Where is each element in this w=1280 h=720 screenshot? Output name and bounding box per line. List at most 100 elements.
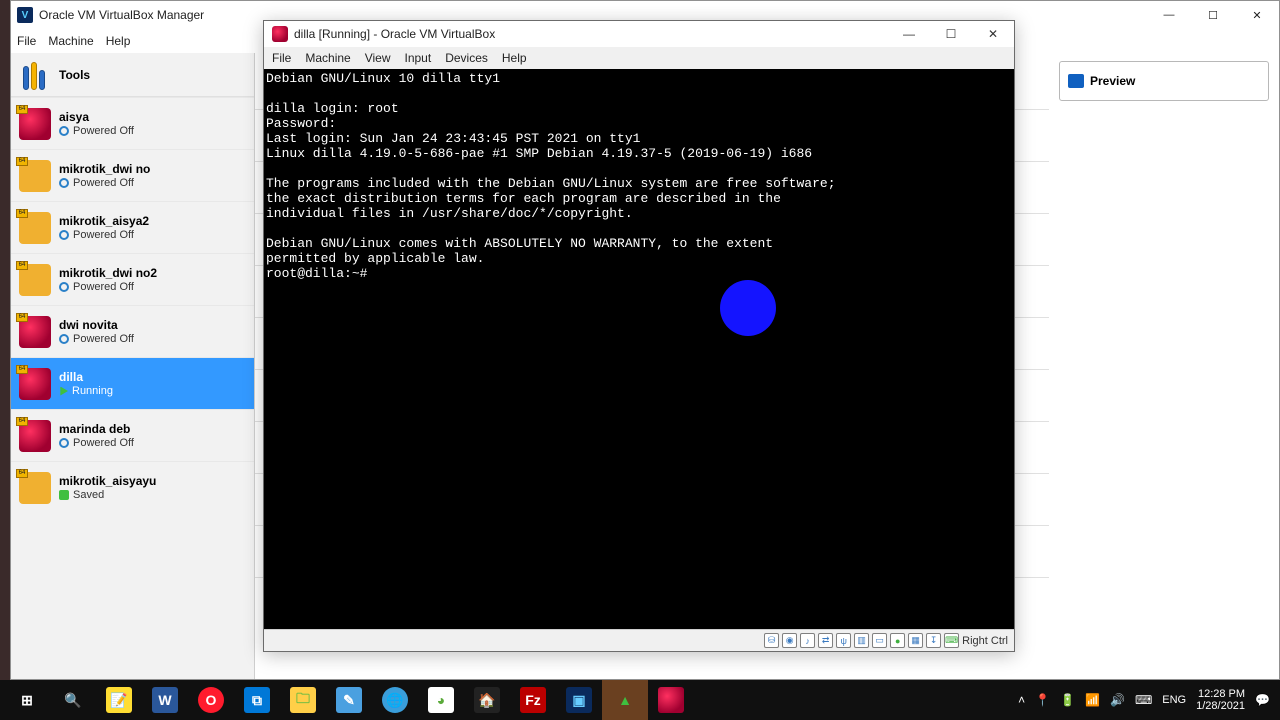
vm-item-mikrotik_aisyayu[interactable]: 64 mikrotik_aisyayuSaved <box>11 461 254 513</box>
vm-item-dwi-novita[interactable]: 64dwi novitaPowered Off <box>11 305 254 357</box>
taskbar-word[interactable]: W <box>142 680 188 720</box>
close-button[interactable]: ✕ <box>1235 1 1279 29</box>
taskbar-vscode[interactable]: ⧉ <box>234 680 280 720</box>
arch-badge-icon: 64 <box>16 469 28 478</box>
vm-os-icon: 64 <box>19 264 51 296</box>
taskbar-corel[interactable]: ◕ <box>418 680 464 720</box>
vm-item-mikrotik_aisya2[interactable]: 64 mikrotik_aisya2Powered Off <box>11 201 254 253</box>
vm-close-button[interactable]: ✕ <box>972 21 1014 47</box>
vm-running-window: dilla [Running] - Oracle VM VirtualBox —… <box>263 20 1015 652</box>
preview-icon <box>1068 74 1084 88</box>
arch-badge-icon: 64 <box>16 417 28 426</box>
windows-taskbar: ⊞ 🔍 📝 W O ⧉ 🗀 ✎ 🌐 ◕ 🏠 Fz ▣ ▲ ˄ 📍 🔋 📶 🔊 ⌨… <box>0 680 1280 720</box>
vm-menu-view[interactable]: View <box>365 51 391 65</box>
vm-maximize-button[interactable]: ☐ <box>930 21 972 47</box>
taskbar-vm-running[interactable] <box>648 680 694 720</box>
vbox-logo-icon: V <box>17 7 33 23</box>
search-button[interactable]: 🔍 <box>50 680 96 720</box>
vm-titlebar[interactable]: dilla [Running] - Oracle VM VirtualBox —… <box>264 21 1014 47</box>
optical-icon[interactable]: ◉ <box>782 633 797 648</box>
vm-status: Powered Off <box>59 229 149 241</box>
taskbar-explorer[interactable]: 🗀 <box>280 680 326 720</box>
tray-notifications-icon[interactable]: 💬 <box>1255 693 1270 707</box>
vm-item-mikrotik_dwi-no2[interactable]: 64 mikrotik_dwi no2Powered Off <box>11 253 254 305</box>
recording-icon[interactable]: ● <box>890 633 905 648</box>
tray-time: 12:28 PM <box>1198 688 1245 700</box>
hdd-icon[interactable]: ⛁ <box>764 633 779 648</box>
tray-date: 1/28/2021 <box>1196 700 1245 712</box>
vm-statusbar: ⛁ ◉ ♪ ⇄ ψ ▥ ▭ ● ▦ ↧ ⌨ Right Ctrl <box>264 629 1014 651</box>
maximize-button[interactable]: ☐ <box>1191 1 1235 29</box>
arch-badge-icon: 64 <box>16 105 28 114</box>
tools-icon <box>19 60 49 90</box>
vm-item-mikrotik_dwi-no[interactable]: 64mikrotik_dwi noPowered Off <box>11 149 254 201</box>
vm-os-icon: 64 <box>19 316 51 348</box>
vm-minimize-button[interactable]: — <box>888 21 930 47</box>
taskbar-virtualbox[interactable]: ▣ <box>556 680 602 720</box>
mouse-icon[interactable]: ↧ <box>926 633 941 648</box>
vm-menu-machine[interactable]: Machine <box>305 51 350 65</box>
status-icon <box>59 282 69 292</box>
arch-badge-icon: 64 <box>16 365 28 374</box>
keyboard-icon[interactable]: ⌨ <box>944 633 959 648</box>
usb-icon[interactable]: ψ <box>836 633 851 648</box>
vm-menu-file[interactable]: File <box>272 51 291 65</box>
tray-wifi-icon[interactable]: 📶 <box>1085 693 1100 707</box>
vm-item-dilla[interactable]: 64dillaRunning <box>11 357 254 409</box>
tools-row[interactable]: Tools <box>11 53 254 97</box>
status-icon <box>59 387 68 396</box>
taskbar-drive[interactable]: ▲ <box>602 680 648 720</box>
cpu-icon[interactable]: ▦ <box>908 633 923 648</box>
vm-menu-help[interactable]: Help <box>502 51 527 65</box>
vm-menu-input[interactable]: Input <box>405 51 432 65</box>
tray-chevron-icon[interactable]: ˄ <box>1018 693 1025 707</box>
preview-box[interactable]: Preview <box>1059 61 1269 101</box>
tray-location-icon[interactable]: 📍 <box>1035 693 1050 707</box>
vm-name: mikrotik_aisya2 <box>59 214 149 228</box>
taskbar-browser[interactable]: 🌐 <box>372 680 418 720</box>
vm-status: Powered Off <box>59 281 157 293</box>
tray-volume-icon[interactable]: 🔊 <box>1110 693 1125 707</box>
start-button[interactable]: ⊞ <box>4 680 50 720</box>
minimize-button[interactable]: — <box>1147 1 1191 29</box>
display-icon[interactable]: ▭ <box>872 633 887 648</box>
audio-icon[interactable]: ♪ <box>800 633 815 648</box>
tray-clock[interactable]: 12:28 PM 1/28/2021 <box>1196 688 1245 712</box>
vm-title: dilla [Running] - Oracle VM VirtualBox <box>294 27 495 41</box>
vm-status: Powered Off <box>59 125 134 137</box>
menu-machine[interactable]: Machine <box>48 34 93 48</box>
vm-name: marinda deb <box>59 422 134 436</box>
vm-console[interactable]: Debian GNU/Linux 10 dilla tty1 dilla log… <box>264 69 1014 629</box>
vm-menu-devices[interactable]: Devices <box>445 51 488 65</box>
taskbar-app1[interactable]: ✎ <box>326 680 372 720</box>
status-icon <box>59 178 69 188</box>
tray-battery-icon[interactable]: 🔋 <box>1060 693 1075 707</box>
vm-os-icon: 64 <box>19 420 51 452</box>
system-tray[interactable]: ˄ 📍 🔋 📶 🔊 ⌨ ENG 12:28 PM 1/28/2021 💬 <box>1018 688 1276 712</box>
vm-status: Saved <box>59 489 156 501</box>
status-icon <box>59 334 69 344</box>
menu-help[interactable]: Help <box>106 34 131 48</box>
taskbar-sticky-notes[interactable]: 📝 <box>96 680 142 720</box>
taskbar-opera[interactable]: O <box>188 680 234 720</box>
vm-menubar: File Machine View Input Devices Help <box>264 47 1014 69</box>
vm-os-icon: 64 <box>19 212 51 244</box>
network-icon[interactable]: ⇄ <box>818 633 833 648</box>
vm-os-icon: 64 <box>19 160 51 192</box>
taskbar-filezilla[interactable]: Fz <box>510 680 556 720</box>
tray-language[interactable]: ENG <box>1162 694 1186 706</box>
manager-title: Oracle VM VirtualBox Manager <box>39 8 204 22</box>
tray-keyboard-icon[interactable]: ⌨ <box>1135 693 1152 707</box>
shared-folder-icon[interactable]: ▥ <box>854 633 869 648</box>
arch-badge-icon: 64 <box>16 261 28 270</box>
vm-item-aisya[interactable]: 64aisyaPowered Off <box>11 97 254 149</box>
vm-status: Powered Off <box>59 437 134 449</box>
vm-name: mikrotik_dwi no2 <box>59 266 157 280</box>
vm-name: mikrotik_aisyayu <box>59 474 156 488</box>
vm-item-marinda-deb[interactable]: 64 marinda debPowered Off <box>11 409 254 461</box>
vm-status: Powered Off <box>59 177 150 189</box>
menu-file[interactable]: File <box>17 34 36 48</box>
vm-name: dwi novita <box>59 318 134 332</box>
cursor-highlight-icon <box>720 280 776 336</box>
taskbar-app2[interactable]: 🏠 <box>464 680 510 720</box>
